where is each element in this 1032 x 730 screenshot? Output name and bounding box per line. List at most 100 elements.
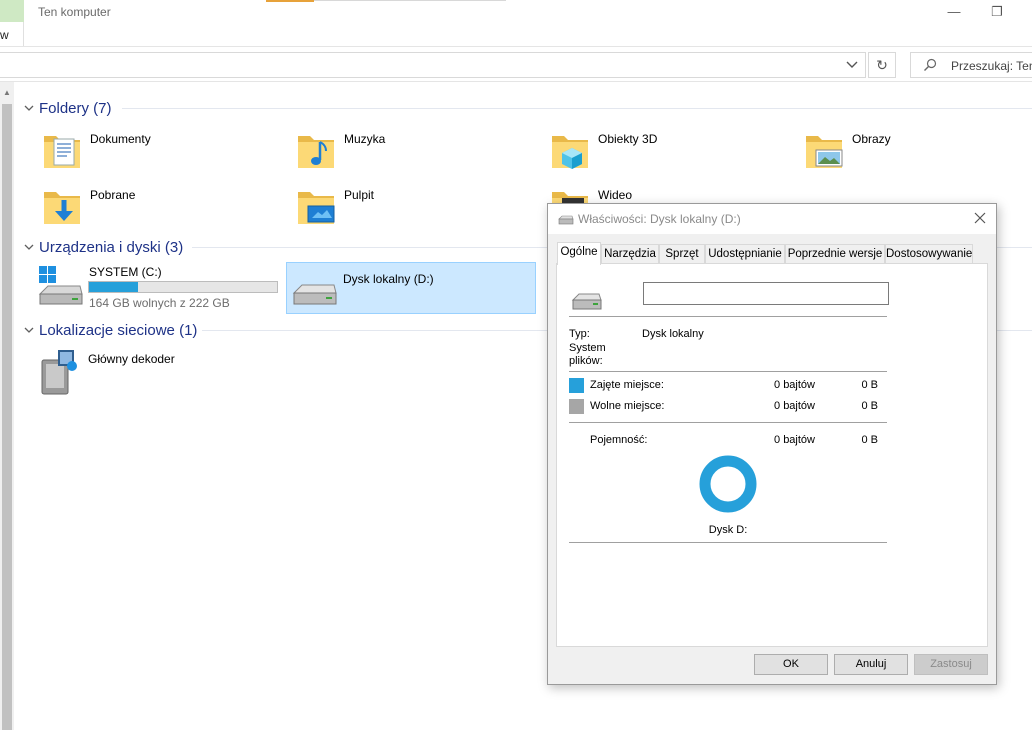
title-accent-line [314,0,506,1]
collapse-caret-icon[interactable] [24,325,34,335]
network-item-name: Główny dekoder [88,352,175,366]
refresh-button[interactable]: ↻ [868,52,896,78]
used-space-bytes: 0 bajtów [774,379,815,391]
section-devices-header[interactable]: Urządzenia i dyski (3) [24,238,183,256]
folder-item-muzyka[interactable]: Muzyka [294,128,514,176]
section-divider [997,330,1032,331]
downloads-folder-icon [44,192,80,224]
tab-ogolne[interactable]: Ogólne [557,242,601,265]
tab-dostosowywanie[interactable]: Dostosowywanie [885,244,973,264]
address-history-dropdown[interactable] [842,56,862,76]
drive-name-field[interactable] [643,282,889,305]
folder-item-dokumenty[interactable]: Dokumenty [40,128,260,176]
folder-item-obrazy[interactable]: Obrazy [802,128,1022,176]
title-bar: w Ten komputer — ❐ [0,0,1032,46]
separator [569,542,887,543]
disk-label: Dysk D: [708,524,748,536]
general-tab-panel: Typ: Dysk lokalny System plików: Zajęte … [556,263,988,647]
section-title: Lokalizacje sieciowe (1) [39,321,198,339]
section-folders-header[interactable]: Foldery (7) [24,99,112,117]
drive-free-space-text: 164 GB wolnych z 222 GB [89,296,230,310]
drive-item-local-d[interactable]: Dysk lokalny (D:) [286,262,536,314]
drive-usage-bar [88,281,278,293]
disk-usage-donut [699,455,757,513]
pictures-folder-icon [806,136,843,168]
folder-name: Pulpit [344,188,375,202]
ribbon-tab-label: w [0,28,9,42]
search-box[interactable]: Przeszukaj: Ten [910,52,1032,78]
address-bar[interactable] [0,52,866,78]
drive-name: SYSTEM (C:) [89,265,162,279]
address-row: ↻ Przeszukaj: Ten [0,46,1032,82]
capacity-size: 0 B [861,434,878,446]
folder-name: Obrazy [852,132,891,146]
properties-dialog: Właściwości: Dysk lokalny (D:) Ogólne Na… [547,203,997,685]
drive-name: Dysk lokalny (D:) [343,272,434,286]
apply-button[interactable]: Zastosuj [914,654,988,675]
tab-poprzednie-wersje[interactable]: Poprzednie wersje [785,244,885,264]
used-space-size: 0 B [861,379,878,391]
separator [569,371,887,372]
3d-objects-folder-icon [552,136,588,169]
scrollbar-thumb[interactable] [2,104,12,730]
restore-button[interactable]: ❐ [987,3,1007,21]
videos-folder-icon [552,192,588,204]
separator [569,316,887,317]
dialog-title: Właściwości: Dysk lokalny (D:) [578,212,741,226]
dialog-title-bar[interactable]: Właściwości: Dysk lokalny (D:) [548,204,996,234]
filesystem-label-line1: System [569,342,606,354]
folder-name: Wideo [598,188,633,202]
network-item-decoder[interactable]: Główny dekoder [38,348,258,396]
minimize-button[interactable]: — [944,3,964,21]
scroll-up-arrow-icon[interactable]: ▲ [2,88,12,98]
dialog-close-button[interactable] [970,210,990,228]
folder-item-pobrane[interactable]: Pobrane [40,184,260,232]
folder-item-pulpit[interactable]: Pulpit [294,184,514,232]
section-title: Urządzenia i dyski (3) [39,238,184,256]
folder-item-obiekty-3d[interactable]: Obiekty 3D [548,128,768,176]
folder-name: Muzyka [344,132,386,146]
ribbon-file-tab-fragment[interactable] [0,0,24,22]
music-folder-icon [298,136,334,168]
folder-name: Pobrane [90,188,136,202]
section-divider [202,330,547,331]
ribbon-tab-view[interactable]: w [0,0,24,46]
tab-sprzet[interactable]: Sprzęt [659,244,705,264]
drive-icon [571,293,602,310]
ok-button[interactable]: OK [754,654,828,675]
search-icon [924,58,937,71]
documents-folder-icon [44,136,80,168]
used-space-label: Zajęte miejsce: [590,379,664,391]
drive-usage-fill [89,282,138,292]
section-divider [997,247,1032,248]
free-space-size: 0 B [861,400,878,412]
windows-drive-icon [38,266,83,305]
window-title: Ten komputer [38,5,111,19]
search-placeholder: Przeszukaj: Ten [951,59,1032,73]
tab-udostepnianie[interactable]: Udostępnianie [705,244,785,264]
drive-icon [558,215,574,225]
separator [569,422,887,423]
free-space-bytes: 0 bajtów [774,400,815,412]
section-divider [192,247,547,248]
collapse-caret-icon[interactable] [24,103,34,113]
type-label: Typ: [569,328,590,340]
collapse-caret-icon[interactable] [24,242,34,252]
type-value: Dysk lokalny [642,328,704,340]
tab-narzedzia[interactable]: Narzędzia [601,244,659,264]
hard-drive-icon [292,284,337,305]
free-space-swatch [569,399,584,414]
chevron-down-icon [846,61,858,68]
section-divider [122,108,1032,109]
used-space-swatch [569,378,584,393]
section-network-header[interactable]: Lokalizacje sieciowe (1) [24,321,197,339]
section-title: Foldery (7) [39,99,112,117]
folder-name: Dokumenty [90,132,151,146]
cancel-button[interactable]: Anuluj [834,654,908,675]
close-icon [974,212,986,224]
title-accent-bar [266,0,314,2]
vertical-scrollbar[interactable]: ▲ [0,82,14,730]
capacity-bytes: 0 bajtów [774,434,815,446]
folder-name: Obiekty 3D [598,132,658,146]
desktop-folder-icon [298,192,335,224]
